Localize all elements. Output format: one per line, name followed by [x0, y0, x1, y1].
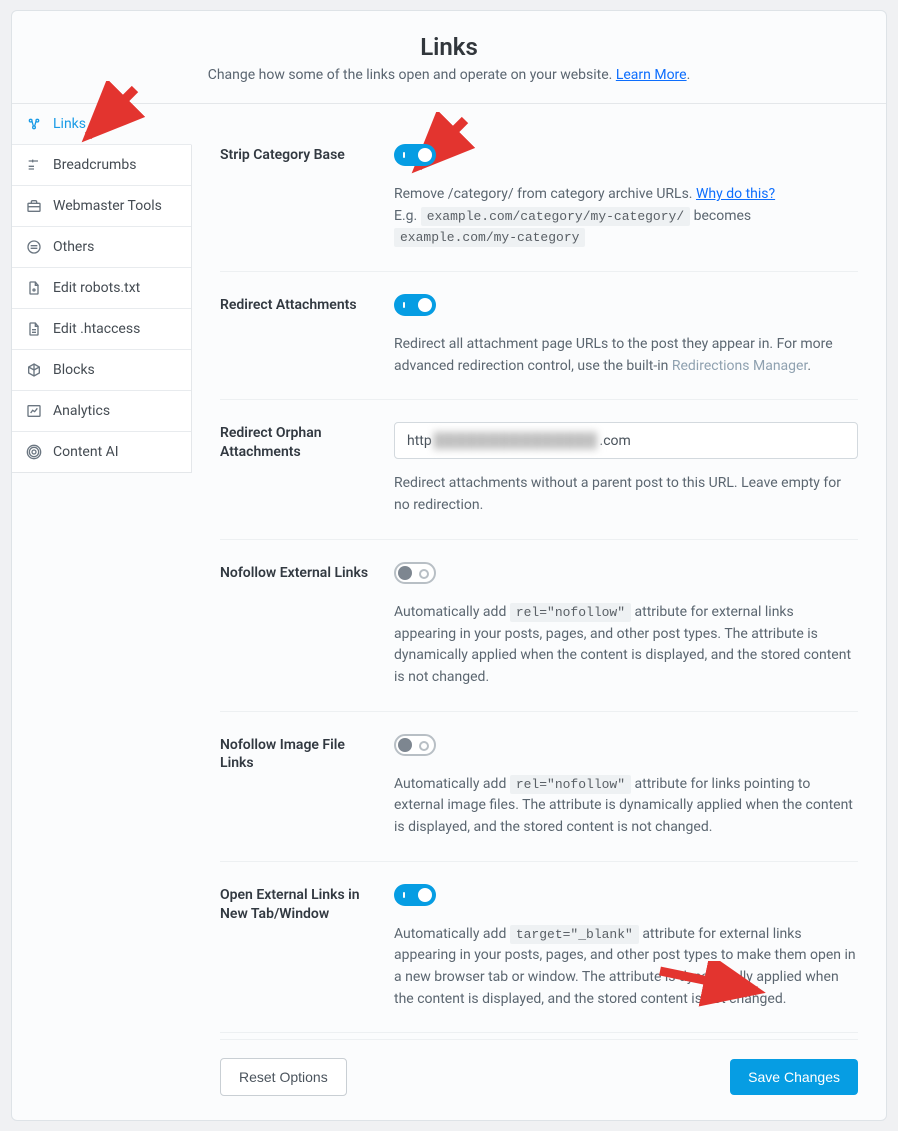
setting-label: Strip Category Base: [220, 144, 370, 249]
sidebar-item-edit-robots[interactable]: Edit robots.txt: [12, 268, 191, 309]
reset-options-button[interactable]: Reset Options: [220, 1058, 347, 1096]
orphan-redirect-url-input[interactable]: http███████████████.com: [394, 422, 858, 459]
sidebar-item-breadcrumbs[interactable]: Breadcrumbs: [12, 145, 191, 186]
sidebar-item-label: Analytics: [53, 403, 178, 419]
settings-panel: Links Change how some of the links open …: [11, 10, 887, 1121]
sidebar-item-label: Breadcrumbs: [53, 157, 178, 173]
sidebar-item-label: Webmaster Tools: [53, 198, 178, 214]
robots-icon: [25, 279, 43, 297]
toggle-strip-category-base[interactable]: [394, 144, 436, 166]
setting-description: Automatically add rel="nofollow" attribu…: [394, 602, 858, 689]
example-code-before: example.com/category/my-category/: [421, 207, 690, 226]
learn-more-link[interactable]: Learn More: [616, 67, 687, 83]
sidebar-item-analytics[interactable]: Analytics: [12, 391, 191, 432]
save-changes-button[interactable]: Save Changes: [730, 1059, 858, 1095]
page-title: Links: [28, 33, 870, 61]
blocks-icon: [25, 361, 43, 379]
breadcrumb-icon: [25, 156, 43, 174]
toggle-redirect-attachments[interactable]: [394, 294, 436, 316]
sidebar-item-links[interactable]: Links: [12, 104, 192, 145]
redirections-manager-link[interactable]: Redirections Manager: [672, 358, 808, 374]
sidebar-item-label: Edit .htaccess: [53, 321, 178, 337]
sidebar-item-edit-htaccess[interactable]: Edit .htaccess: [12, 309, 191, 350]
sidebar-item-label: Others: [53, 239, 178, 255]
attr-code: rel="nofollow": [510, 603, 631, 622]
htaccess-icon: [25, 320, 43, 338]
setting-open-new-tab: Open External Links in New Tab/Window Au…: [220, 862, 858, 1034]
setting-description: Remove /category/ from category archive …: [394, 184, 858, 249]
page-subtitle: Change how some of the links open and op…: [28, 67, 870, 83]
setting-label: Redirect Attachments: [220, 294, 370, 377]
example-code-after: example.com/my-category: [394, 228, 585, 247]
sidebar-item-label: Links: [53, 116, 178, 132]
settings-content: Strip Category Base Remove /category/ fr…: [192, 104, 886, 1120]
setting-description: Automatically add target="_blank" attrib…: [394, 924, 858, 1011]
sidebar: Links Breadcrumbs Webmaster Tools Others…: [12, 104, 192, 473]
toolbox-icon: [25, 197, 43, 215]
sidebar-item-others[interactable]: Others: [12, 227, 191, 268]
page-header: Links Change how some of the links open …: [12, 11, 886, 104]
sidebar-item-blocks[interactable]: Blocks: [12, 350, 191, 391]
sidebar-item-label: Content AI: [53, 444, 178, 460]
toggle-open-new-tab[interactable]: [394, 884, 436, 906]
setting-label: Nofollow Image File Links: [220, 734, 370, 839]
setting-label: Redirect Orphan Attachments: [220, 422, 370, 516]
sidebar-item-webmaster-tools[interactable]: Webmaster Tools: [12, 186, 191, 227]
analytics-icon: [25, 402, 43, 420]
sidebar-item-label: Edit robots.txt: [53, 280, 178, 296]
setting-description: Redirect all attachment page URLs to the…: [394, 334, 858, 377]
setting-nofollow-external: Nofollow External Links Automatically ad…: [220, 540, 858, 712]
links-icon: [25, 115, 43, 133]
setting-label: Open External Links in New Tab/Window: [220, 884, 370, 1011]
setting-redirect-orphan: Redirect Orphan Attachments http████████…: [220, 400, 858, 539]
footer-actions: Reset Options Save Changes: [220, 1039, 858, 1096]
content-ai-icon: [25, 443, 43, 461]
why-do-this-link[interactable]: Why do this?: [696, 186, 775, 202]
setting-nofollow-image: Nofollow Image File Links Automatically …: [220, 712, 858, 862]
attr-code: rel="nofollow": [510, 775, 631, 794]
toggle-nofollow-external[interactable]: [394, 562, 436, 584]
sidebar-item-content-ai[interactable]: Content AI: [12, 432, 191, 472]
setting-label: Nofollow External Links: [220, 562, 370, 689]
setting-description: Automatically add rel="nofollow" attribu…: [394, 774, 858, 839]
setting-strip-category-base: Strip Category Base Remove /category/ fr…: [220, 126, 858, 272]
setting-redirect-attachments: Redirect Attachments Redirect all attach…: [220, 272, 858, 400]
setting-description: Redirect attachments without a parent po…: [394, 473, 858, 516]
attr-code: target="_blank": [510, 925, 639, 944]
toggle-nofollow-image[interactable]: [394, 734, 436, 756]
others-icon: [25, 238, 43, 256]
sidebar-item-label: Blocks: [53, 362, 178, 378]
